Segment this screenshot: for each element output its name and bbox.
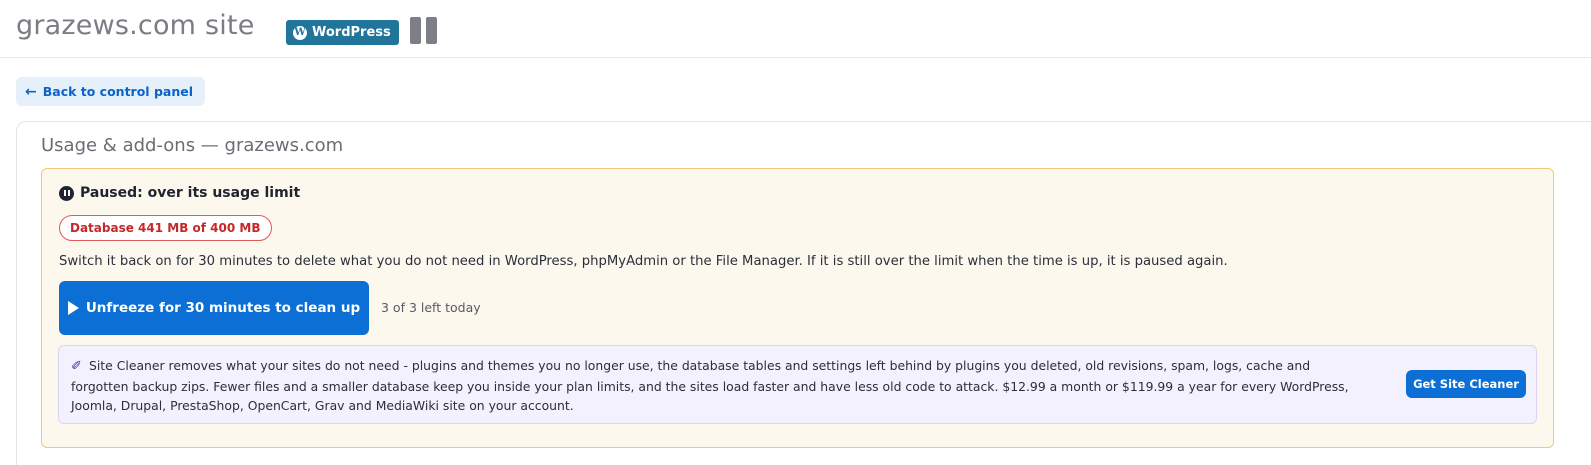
play-icon xyxy=(67,301,79,315)
back-button-label: Back to control panel xyxy=(42,84,193,99)
paused-status: Paused: over its usage limit xyxy=(59,185,300,201)
card-title: Usage & add-ons — grazews.com xyxy=(41,135,344,156)
platform-badge-label: WordPress xyxy=(312,25,391,40)
page-header: grazews.com site W WordPress xyxy=(0,0,1591,58)
get-site-cleaner-button[interactable]: Get Site Cleaner xyxy=(1406,370,1526,398)
site-cleaner-promo: ✐ Site Cleaner removes what your sites do… xyxy=(58,345,1537,424)
platform-badge: W WordPress xyxy=(286,20,399,45)
usage-card: Usage & add-ons — grazews.com Paused: ov… xyxy=(16,121,1591,465)
wordpress-icon: W xyxy=(293,25,307,40)
paused-status-label: Paused: over its usage limit xyxy=(80,185,301,201)
site-cleaner-text: Site Cleaner removes what your sites do … xyxy=(71,358,1349,413)
unfreeze-remaining-count: 3 of 3 left today xyxy=(381,300,481,315)
broom-icon: ✐ xyxy=(71,359,82,374)
page-title: grazews.com site xyxy=(16,10,255,41)
database-usage-badge: Database 441 MB of 400 MB xyxy=(59,215,272,241)
paused-warning-panel: Paused: over its usage limit Database 44… xyxy=(41,168,1554,448)
arrow-left-icon: ← xyxy=(25,83,37,100)
unfreeze-button[interactable]: Unfreeze for 30 minutes to clean up xyxy=(59,281,369,335)
site-cleaner-description: ✐ Site Cleaner removes what your sites do… xyxy=(71,356,1361,416)
back-to-control-panel-button[interactable]: ← Back to control panel xyxy=(16,77,205,106)
pause-circle-icon xyxy=(59,185,74,201)
pause-icon xyxy=(410,17,437,44)
unfreeze-description: Switch it back on for 30 minutes to dele… xyxy=(59,254,1228,269)
unfreeze-button-label: Unfreeze for 30 minutes to clean up xyxy=(85,300,361,316)
